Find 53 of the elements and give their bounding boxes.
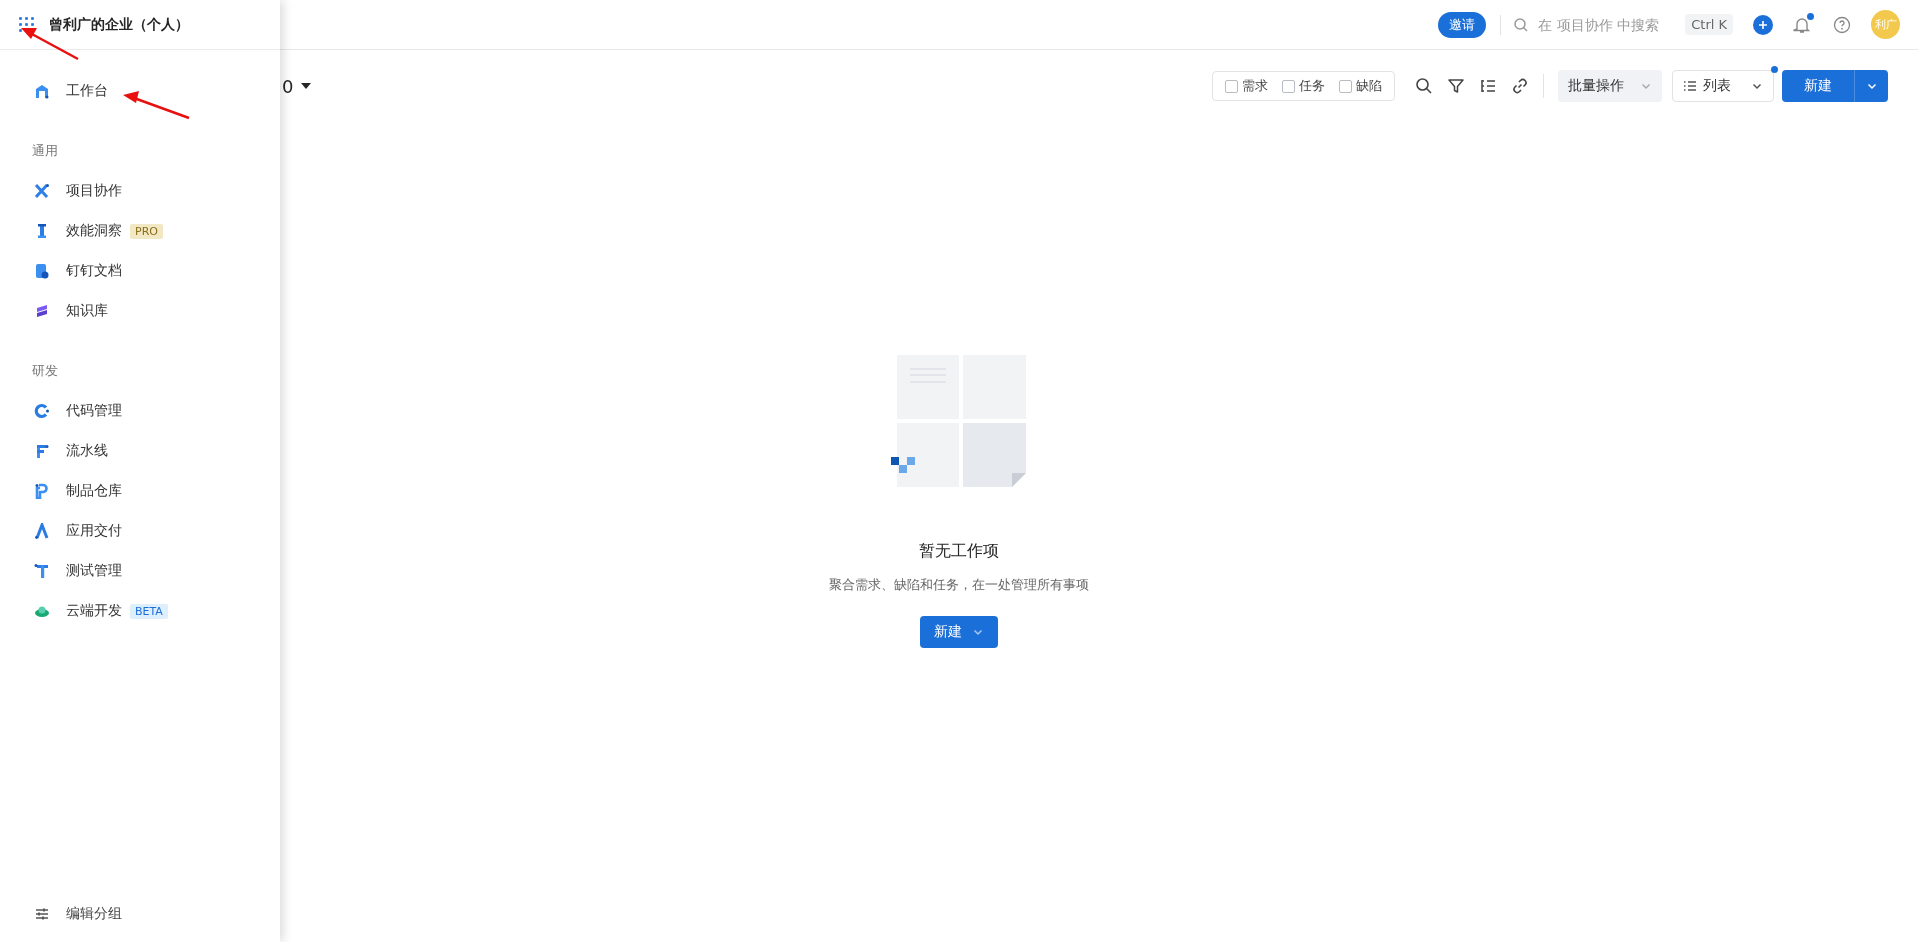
nav-item[interactable]: 制品仓库 [0,471,280,511]
caret-icon[interactable] [301,82,312,90]
search-field[interactable]: 在 项目协作 中搜索 [1513,15,1674,34]
shortcut-hint: Ctrl K [1685,14,1733,35]
search-icon [1513,16,1530,33]
nav-item[interactable]: 应用交付 [0,511,280,551]
new-dropdown-button[interactable] [1854,70,1888,102]
arc-icon [34,403,50,419]
document-icon [34,263,50,279]
app-grid-icon[interactable] [19,17,34,32]
link-icon[interactable] [1511,77,1529,95]
nav-item[interactable]: 效能洞察 PRO [0,211,280,251]
search-icon[interactable] [1415,77,1433,95]
batch-actions-dropdown[interactable]: 批量操作 [1558,70,1662,102]
sliders-icon [34,906,50,922]
stack-icon [34,303,50,319]
hook-icon [34,483,50,499]
type-checkbox[interactable]: 任务 [1282,77,1325,95]
empty-title: 暂无工作项 [919,541,999,562]
annotation-arrow [123,91,190,120]
type-checkbox[interactable]: 需求 [1225,77,1268,95]
nav-item[interactable]: 钉钉文档 [0,251,280,291]
nav-item[interactable]: 代码管理 [0,391,280,431]
type-checkbox[interactable]: 缺陷 [1339,77,1382,95]
help-icon[interactable] [1833,15,1851,34]
new-button[interactable]: 新建 [1782,70,1854,102]
peak-icon [34,523,50,539]
new-button[interactable]: 新建 [920,616,998,648]
badge: PRO [130,223,163,239]
nav-item[interactable]: 流水线 [0,431,280,471]
add-button[interactable] [1753,14,1773,35]
flag-icon [34,443,50,459]
nav-item[interactable]: 测试管理 [0,551,280,591]
list-icon [1683,79,1697,93]
nav-item[interactable]: 知识库 [0,291,280,331]
title-fragment: 0 [282,75,294,97]
badge: BETA [130,603,168,619]
cross-icon [34,183,50,199]
nav-item[interactable]: 项目协作 [0,171,280,211]
group-heading: 研发 [31,362,59,380]
plus-icon [1758,19,1768,30]
empty-description: 聚合需求、缺陷和任务，在一处管理所有事项 [829,576,1089,594]
nav-item[interactable]: 云端开发 BETA [0,591,280,631]
invite-button[interactable]: 邀请 [1438,11,1487,38]
tee-icon [34,563,50,579]
filter-icon[interactable] [1447,77,1465,95]
edit-groups-button[interactable]: 编辑分组 [0,894,280,934]
bell-icon[interactable] [1793,14,1813,35]
organization-name: 曾利广的企业（个人） [49,15,189,34]
house-icon [34,83,50,99]
tree-list-icon[interactable] [1479,77,1497,95]
group-heading: 通用 [31,142,59,160]
nav-item[interactable]: 工作台 [0,71,280,111]
